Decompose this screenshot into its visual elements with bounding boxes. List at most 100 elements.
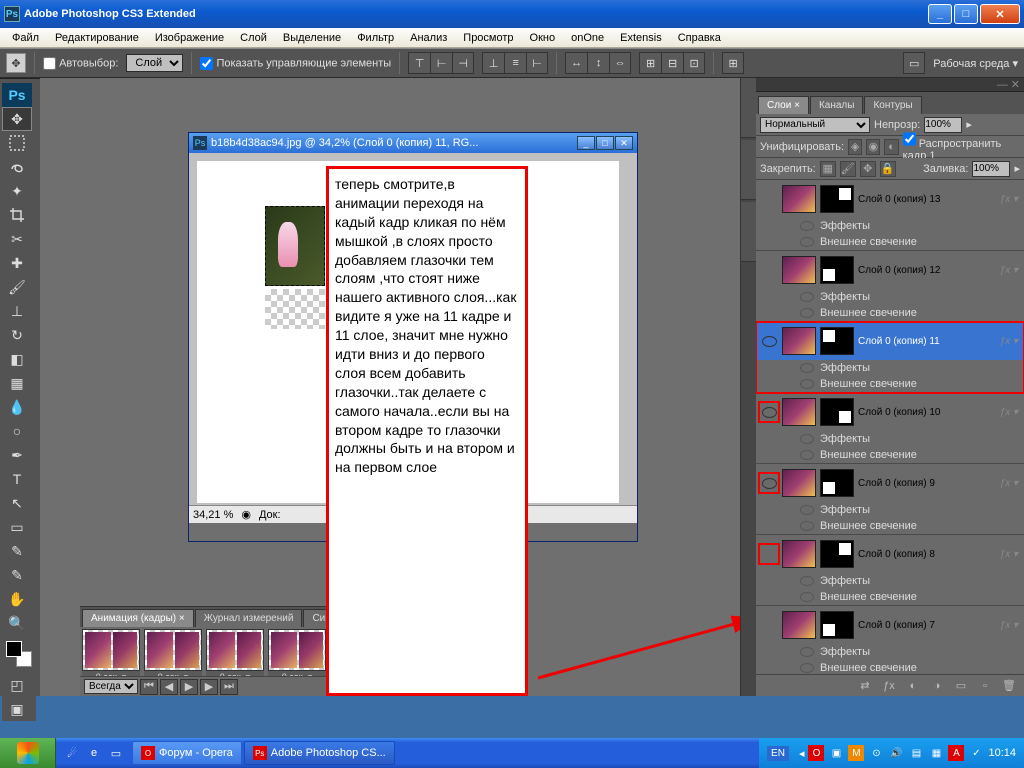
path-tool[interactable]: ↖ [2, 491, 32, 515]
wand-tool[interactable]: ✦ [2, 179, 32, 203]
next-frame-button[interactable]: ▶ [200, 679, 218, 695]
effects-row[interactable]: Эффекты [756, 289, 1024, 305]
new-layer-button[interactable]: ▫ [976, 678, 994, 694]
glow-effect-row[interactable]: Внешнее свечение [756, 305, 1024, 321]
show-controls-checkbox[interactable]: Показать управляющие элементы [200, 57, 391, 70]
mask-thumbnail[interactable] [820, 611, 854, 639]
taskbar-task[interactable]: PsAdobe Photoshop CS... [244, 741, 395, 765]
layer-thumbnail[interactable] [782, 327, 816, 355]
stamp-tool[interactable]: ⊥ [2, 299, 32, 323]
layer-name[interactable]: Слой 0 (копия) 12 [858, 265, 996, 276]
docinfo-icon[interactable]: ◉ [241, 508, 251, 521]
layer-mask-button[interactable]: ◐ [904, 678, 922, 694]
screenmode-toggle[interactable]: ▣ [2, 697, 32, 721]
menu-item[interactable]: Анализ [402, 30, 455, 46]
blend-mode-dropdown[interactable]: Нормальный [760, 117, 870, 133]
layer-name[interactable]: Слой 0 (копия) 11 [858, 336, 996, 347]
clock[interactable]: 10:14 [988, 747, 1016, 759]
last-frame-button[interactable]: ⏭ [220, 679, 238, 695]
effects-row[interactable]: Эффекты [756, 360, 1024, 376]
glow-effect-row[interactable]: Внешнее свечение [756, 518, 1024, 534]
animation-frame[interactable]: 50 сек. ▾ [144, 627, 202, 676]
first-frame-button[interactable]: ⏮ [140, 679, 158, 695]
layer-style-button[interactable]: ƒx [880, 678, 898, 694]
history-brush-tool[interactable]: ↻ [2, 323, 32, 347]
visibility-toggle[interactable] [760, 403, 778, 421]
layer-thumbnail[interactable] [782, 540, 816, 568]
visibility-toggle[interactable] [760, 332, 778, 350]
visibility-toggle[interactable] [760, 474, 778, 492]
arrange-button[interactable]: ⊞ [722, 52, 744, 74]
panel-tab[interactable]: Слои × [758, 96, 809, 114]
layer-row[interactable]: Слой 0 (копия) 9 ƒx ▾ [756, 464, 1024, 502]
glow-effect-row[interactable]: Внешнее свечение [756, 660, 1024, 674]
mask-thumbnail[interactable] [820, 540, 854, 568]
layer-thumbnail[interactable] [782, 469, 816, 497]
align-buttons-2[interactable]: ⊥≡⊢ [482, 52, 548, 74]
layer-row[interactable]: Слой 0 (копия) 10 ƒx ▾ [756, 393, 1024, 431]
menu-item[interactable]: Просмотр [455, 30, 521, 46]
animation-tab[interactable]: Анимация (кадры) × [82, 609, 194, 627]
heal-tool[interactable]: ✚ [2, 251, 32, 275]
layer-thumbnail[interactable] [782, 185, 816, 213]
mask-thumbnail[interactable] [820, 469, 854, 497]
collapsed-panels[interactable] [740, 78, 756, 696]
zoom-tool[interactable]: 🔍 [2, 611, 32, 635]
tray-icon[interactable]: ✓ [968, 745, 984, 761]
fill-input[interactable] [972, 161, 1010, 177]
layer-thumbnail[interactable] [782, 256, 816, 284]
unify-vis-icon[interactable]: ◉ [866, 139, 880, 155]
loop-dropdown[interactable]: Всегда [84, 679, 138, 694]
layer-name[interactable]: Слой 0 (копия) 10 [858, 407, 996, 418]
taskbar-task[interactable]: OФорум - Opera [132, 741, 242, 765]
tray-arrow[interactable]: ◂ [799, 747, 805, 760]
lock-pixels-icon[interactable]: 🖌 [840, 161, 856, 177]
autoselect-checkbox[interactable]: Автовыбор: [43, 57, 118, 70]
animation-tab[interactable]: Журнал измерений [195, 609, 303, 627]
effects-row[interactable]: Эффекты [756, 644, 1024, 660]
unify-pos-icon[interactable]: ◈ [848, 139, 862, 155]
eyedropper-tool[interactable]: ✎ [2, 563, 32, 587]
quickmask-toggle[interactable]: ◰ [2, 673, 32, 697]
brush-tool[interactable]: 🖌 [2, 275, 32, 299]
visibility-toggle[interactable] [760, 190, 778, 208]
workspace-icon[interactable]: ▭ [903, 52, 925, 74]
workspace-dropdown[interactable]: Рабочая среда ▾ [933, 57, 1018, 70]
type-tool[interactable]: T [2, 467, 32, 491]
quicklaunch-icon[interactable]: ▭ [106, 742, 126, 764]
blur-tool[interactable]: 💧 [2, 395, 32, 419]
menu-item[interactable]: Редактирование [47, 30, 147, 46]
menu-item[interactable]: Справка [670, 30, 729, 46]
move-tool[interactable]: ✥ [2, 107, 32, 131]
close-button[interactable]: ✕ [980, 4, 1020, 24]
menu-item[interactable]: onOne [563, 30, 612, 46]
layer-group-button[interactable]: ▭ [952, 678, 970, 694]
fill-arrow[interactable]: ▸ [1014, 162, 1020, 175]
layer-thumbnail[interactable] [782, 611, 816, 639]
tray-icon[interactable]: ▣ [828, 745, 844, 761]
doc-minimize-button[interactable]: _ [577, 136, 595, 150]
start-button[interactable] [0, 738, 56, 768]
layer-row[interactable]: Слой 0 (копия) 12 ƒx ▾ [756, 251, 1024, 289]
menu-item[interactable]: Слой [232, 30, 275, 46]
lasso-tool[interactable] [2, 155, 32, 179]
layer-name[interactable]: Слой 0 (копия) 7 [858, 620, 996, 631]
layer-row[interactable]: Слой 0 (копия) 11 ƒx ▾ [756, 322, 1024, 360]
fx-indicator[interactable]: ƒx ▾ [1000, 407, 1018, 418]
crop-tool[interactable] [2, 203, 32, 227]
glow-effect-row[interactable]: Внешнее свечение [756, 376, 1024, 392]
dodge-tool[interactable]: ○ [2, 419, 32, 443]
tray-icon[interactable]: ▦ [928, 745, 944, 761]
mask-thumbnail[interactable] [820, 256, 854, 284]
fx-indicator[interactable]: ƒx ▾ [1000, 549, 1018, 560]
fx-indicator[interactable]: ƒx ▾ [1000, 478, 1018, 489]
quicklaunch-icon[interactable]: e [84, 742, 104, 764]
mask-thumbnail[interactable] [820, 398, 854, 426]
opacity-arrow[interactable]: ▸ [966, 118, 972, 131]
zoom-readout[interactable]: 34,21 % [193, 509, 233, 521]
lock-pos-icon[interactable]: ✥ [860, 161, 876, 177]
visibility-toggle[interactable] [760, 261, 778, 279]
marquee-tool[interactable] [2, 131, 32, 155]
layer-row[interactable]: Слой 0 (копия) 7 ƒx ▾ [756, 606, 1024, 644]
glow-effect-row[interactable]: Внешнее свечение [756, 234, 1024, 250]
